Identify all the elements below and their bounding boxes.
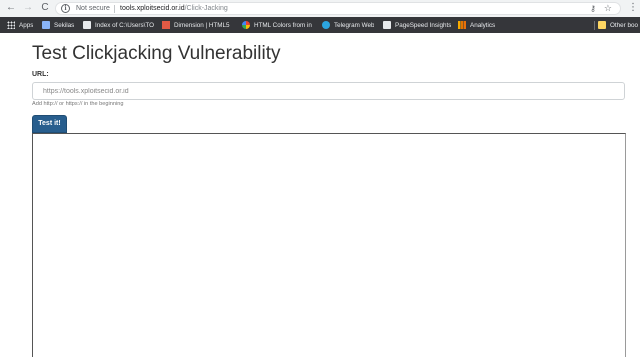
- reload-icon[interactable]: C: [39, 2, 51, 14]
- forward-arrow-icon[interactable]: →: [22, 2, 34, 14]
- bookmark-label: Index of C:\Users\TO: [95, 21, 155, 29]
- bookmark-label: Apps: [19, 21, 34, 29]
- security-label[interactable]: Not secure: [76, 4, 110, 14]
- bookmark-label: Dimension | HTML5: [174, 21, 230, 29]
- back-arrow-icon[interactable]: ←: [5, 2, 17, 14]
- bookmark-analytics[interactable]: Analytics: [458, 17, 495, 33]
- dimension-icon: [162, 21, 170, 29]
- html-colors-icon: [242, 21, 250, 29]
- bookmark-star-icon[interactable]: ☆: [604, 3, 612, 14]
- bookmarks-divider: [594, 21, 595, 30]
- bookmark-label: HTML Colors from in: [254, 21, 312, 29]
- bookmarks-bar: Apps Sekilas Index of C:\Users\TO Dimens…: [0, 17, 640, 33]
- url-input[interactable]: [32, 82, 625, 100]
- bookmark-pagespeed[interactable]: PageSpeed Insights: [383, 17, 451, 33]
- address-divider: [114, 5, 115, 13]
- browser-toolbar: ← → C i Not secure tools.xploitsecid.or.…: [0, 0, 640, 17]
- url-help-text: Add http:// or https:// in the beginning: [32, 101, 124, 107]
- bookmark-index[interactable]: Index of C:\Users\TO: [83, 17, 157, 33]
- bookmark-label: Other boo: [610, 21, 639, 29]
- bookmark-sekilas[interactable]: Sekilas: [42, 17, 74, 33]
- test-button[interactable]: Test it!: [32, 115, 67, 133]
- bookmark-dimension[interactable]: Dimension | HTML5: [162, 17, 235, 33]
- url-host: tools.xploitsecid.or.id: [120, 5, 185, 12]
- info-icon[interactable]: i: [61, 4, 70, 13]
- preview-frame[interactable]: [32, 133, 626, 357]
- address-bar[interactable]: i Not secure tools.xploitsecid.or.id/Cli…: [55, 2, 621, 15]
- pagespeed-icon: [383, 21, 391, 29]
- apps-grid-icon: [7, 21, 15, 29]
- key-icon[interactable]: ⚷: [590, 4, 596, 14]
- bookmark-other[interactable]: Other boo: [598, 17, 640, 33]
- bookmark-apps[interactable]: Apps: [7, 17, 33, 33]
- page-title: Test Clickjacking Vulnerability: [32, 43, 281, 64]
- folder-icon: [598, 21, 606, 29]
- bookmark-label: Analytics: [470, 21, 496, 29]
- url-path: /Click-Jacking: [184, 5, 228, 12]
- sekilas-icon: [42, 21, 50, 29]
- analytics-icon: [458, 21, 466, 29]
- telegram-icon: [322, 21, 330, 29]
- bookmark-telegram[interactable]: Telegram Web: [322, 17, 374, 33]
- bookmark-label: PageSpeed Insights: [395, 21, 452, 29]
- url-text[interactable]: tools.xploitsecid.or.id/Click-Jacking: [120, 4, 228, 14]
- browser-menu-icon[interactable]: ⋮: [628, 2, 638, 14]
- bookmark-label: Sekilas: [54, 21, 75, 29]
- bookmark-label: Telegram Web: [334, 21, 375, 29]
- file-icon: [83, 21, 91, 29]
- url-label: URL:: [32, 71, 49, 78]
- bookmark-html-colors[interactable]: HTML Colors from in: [242, 17, 316, 33]
